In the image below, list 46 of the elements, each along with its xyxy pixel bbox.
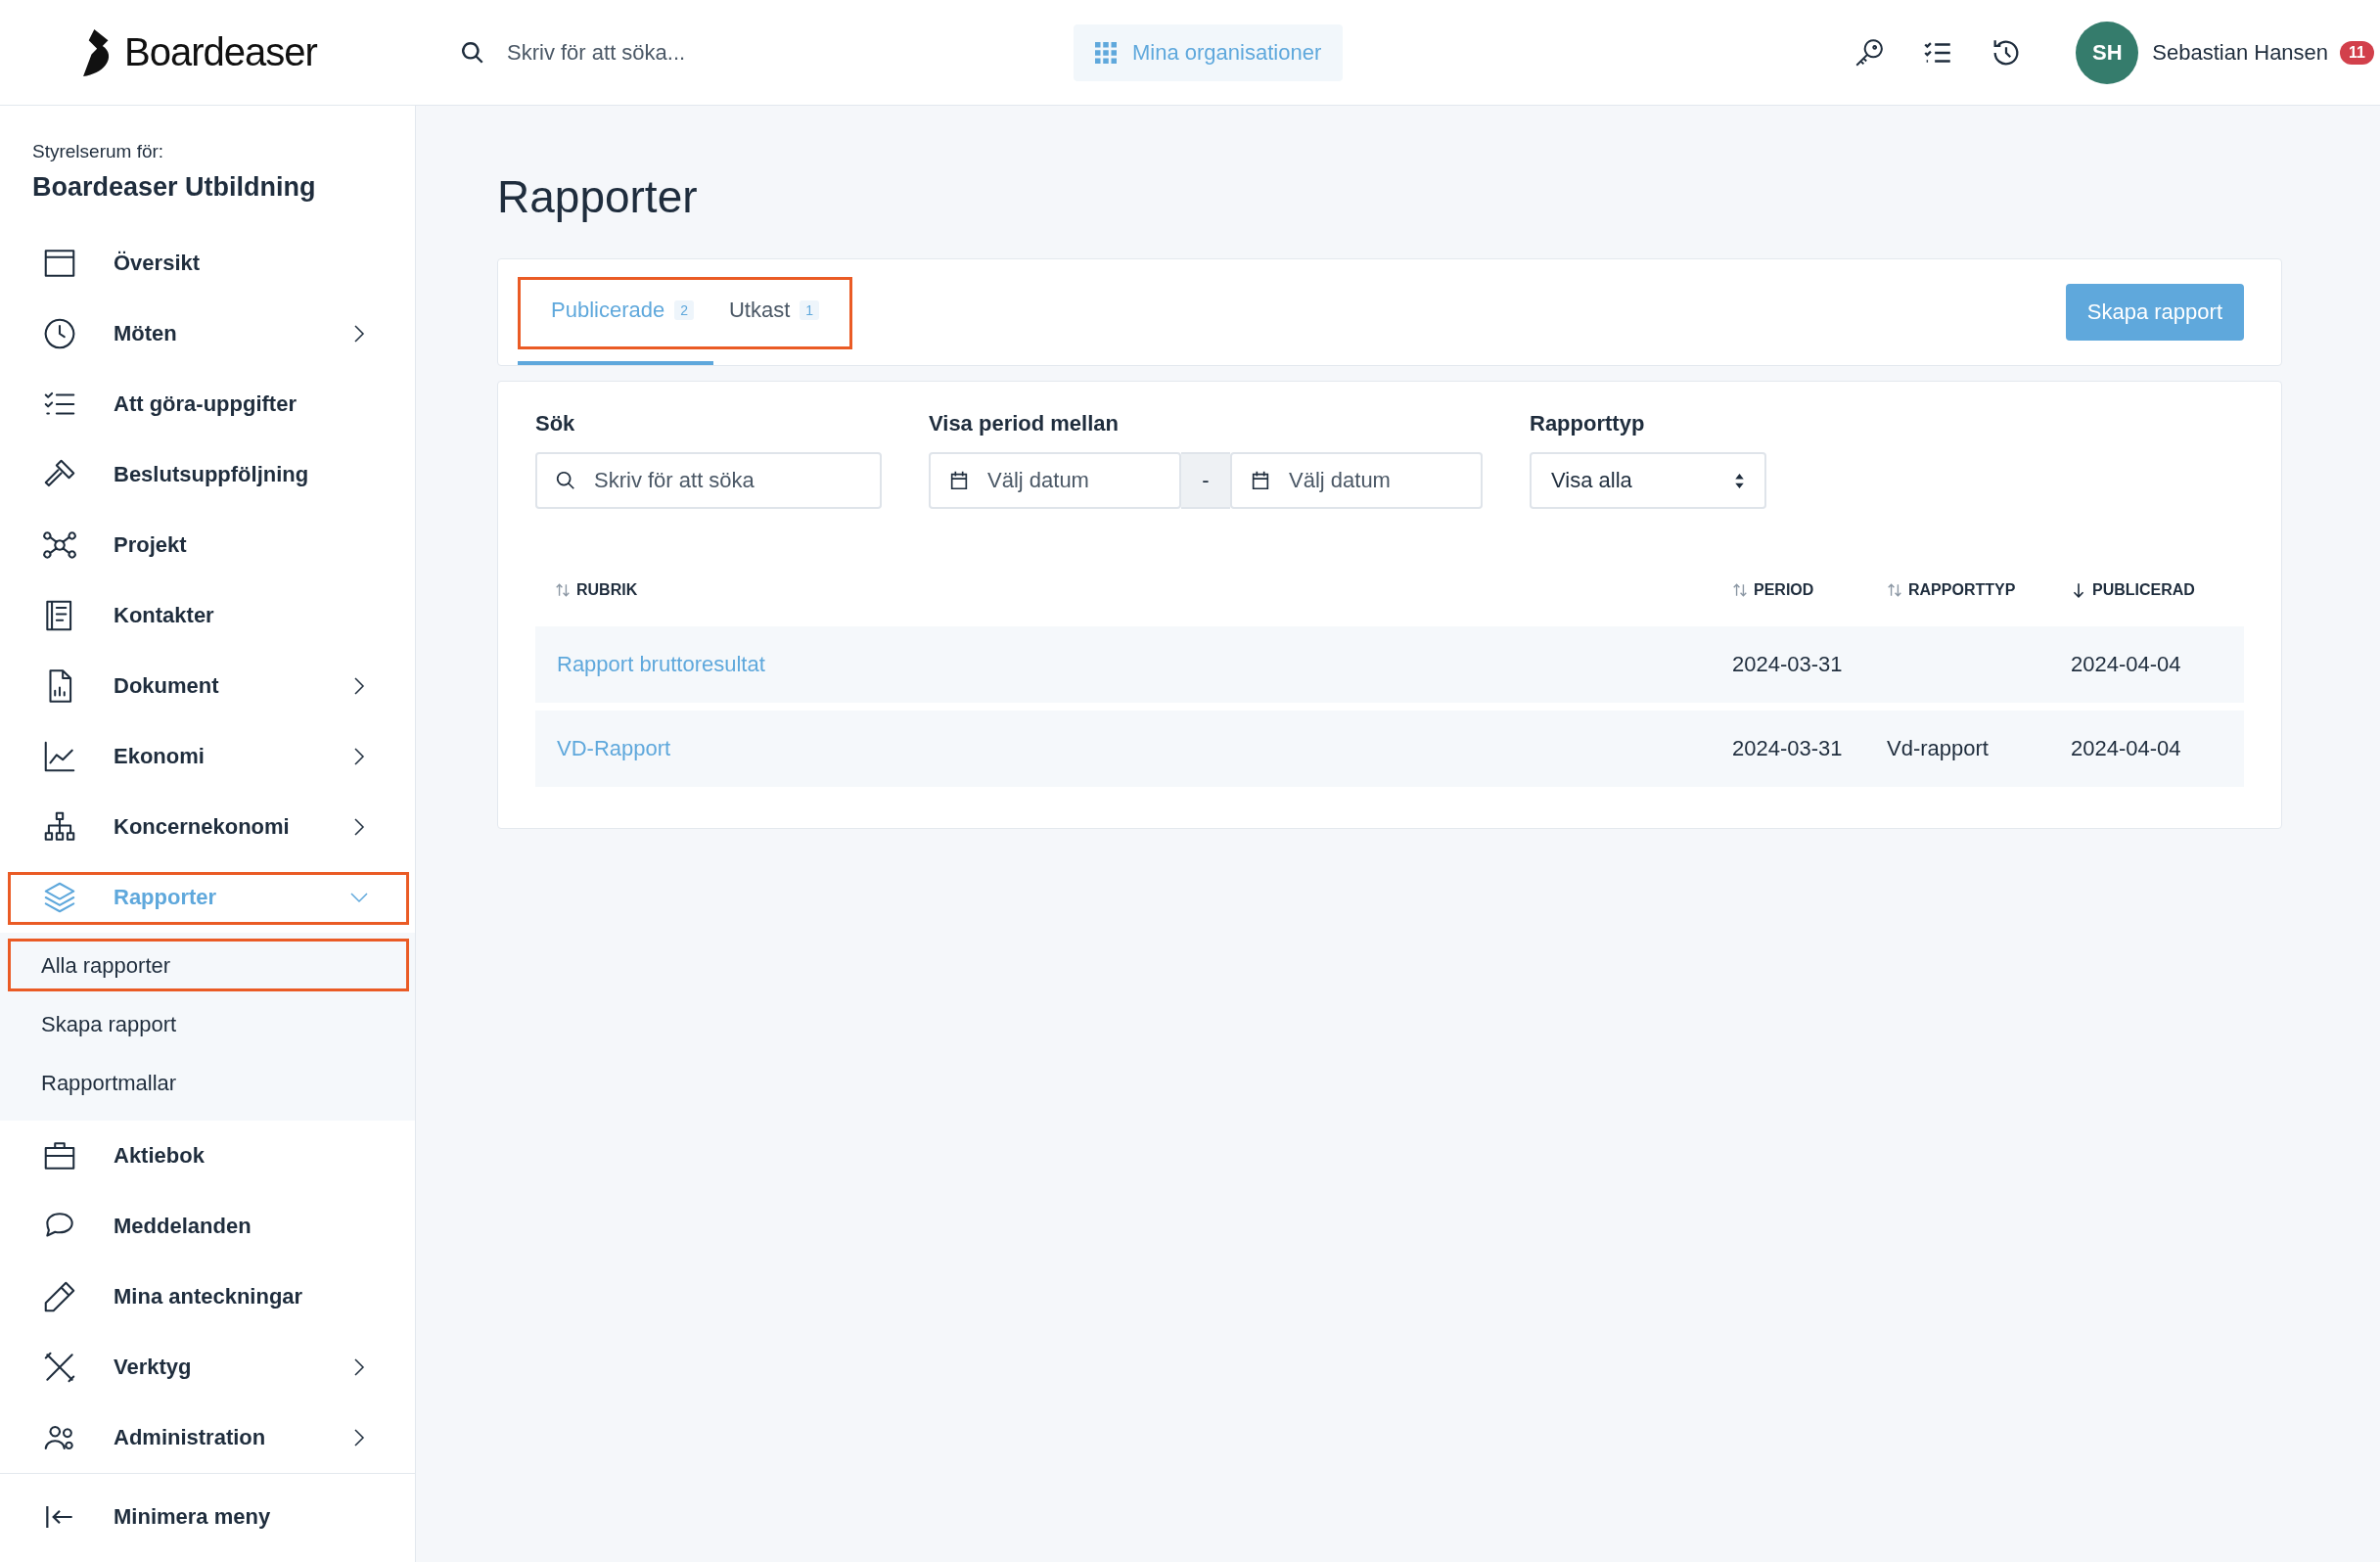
avatar[interactable]: SH bbox=[2076, 21, 2139, 84]
sidebar-item[interactable]: Beslutsuppföljning bbox=[0, 439, 415, 510]
search-field[interactable]: Skriv för att söka bbox=[535, 452, 882, 509]
submenu-item[interactable]: Skapa rapport bbox=[0, 995, 415, 1054]
tab[interactable]: Utkast 1 bbox=[713, 259, 830, 365]
submenu-item[interactable]: Rapportmallar bbox=[0, 1054, 415, 1113]
sidebar-item[interactable]: Verktyg bbox=[0, 1332, 415, 1402]
sidebar-item[interactable]: Mina anteckningar bbox=[0, 1262, 415, 1332]
sidebar-caption: Styrelserum för: bbox=[32, 141, 165, 162]
date-field[interactable]: Välj datum bbox=[1230, 452, 1483, 509]
field-label: Visa period mellan bbox=[929, 411, 1120, 436]
sidebar-item[interactable]: Administration bbox=[0, 1402, 415, 1473]
submenu-item[interactable]: Alla rapporter bbox=[0, 937, 415, 995]
sidebar-item[interactable]: Meddelanden bbox=[0, 1191, 415, 1262]
column-header[interactable]: RUBRIK bbox=[535, 581, 1732, 599]
date-field[interactable]: Välj datum bbox=[929, 452, 1181, 509]
column-header[interactable]: PUBLICERAD bbox=[2071, 581, 2244, 599]
notification-badge: 11 bbox=[2340, 40, 2374, 65]
sidebar-item[interactable]: Ekonomi bbox=[0, 721, 415, 792]
collapse-menu-button[interactable]: Minimera meny bbox=[0, 1482, 415, 1552]
sidebar-item[interactable]: Aktiebok bbox=[0, 1121, 415, 1191]
sidebar-item[interactable]: Översikt bbox=[0, 228, 415, 299]
sort-arrows-icon bbox=[1734, 472, 1745, 489]
field-label: Sök bbox=[535, 411, 576, 436]
sidebar-item[interactable]: Dokument bbox=[0, 651, 415, 721]
user-name[interactable]: Sebastian Hansen bbox=[2152, 39, 2329, 66]
grid-icon bbox=[1095, 41, 1117, 64]
column-header[interactable]: RAPPORTTYP bbox=[1887, 581, 2071, 599]
sidebar-item[interactable]: Koncernekonomi bbox=[0, 792, 415, 862]
report-type-select[interactable]: Visa alla bbox=[1530, 452, 1766, 509]
table-cell-text: 2024-03-31 bbox=[1732, 652, 1844, 677]
sidebar-item[interactable]: Kontakter bbox=[0, 580, 415, 651]
table-cell-text: 2024-04-04 bbox=[2071, 736, 2182, 761]
search-field[interactable]: Skriv för att söka... bbox=[505, 38, 998, 67]
table-cell-text: 2024-04-04 bbox=[2071, 652, 2182, 677]
sidebar-item[interactable]: Möten bbox=[0, 299, 415, 369]
table-cell-text: Vd-rapport bbox=[1887, 736, 1990, 761]
column-header[interactable]: PERIOD bbox=[1732, 581, 1887, 599]
sidebar-item[interactable]: Att göra-uppgifter bbox=[0, 369, 415, 439]
field-label: Rapporttyp bbox=[1530, 411, 1646, 436]
date-separator: - bbox=[1181, 452, 1230, 509]
table-cell-text: 2024-03-31 bbox=[1732, 736, 1844, 761]
organization-name: Boardeaser Utbildning bbox=[32, 172, 317, 203]
sidebar-item[interactable]: Projekt bbox=[0, 510, 415, 580]
search-icon bbox=[460, 39, 485, 66]
logo-text: Boardeaser bbox=[124, 30, 317, 74]
